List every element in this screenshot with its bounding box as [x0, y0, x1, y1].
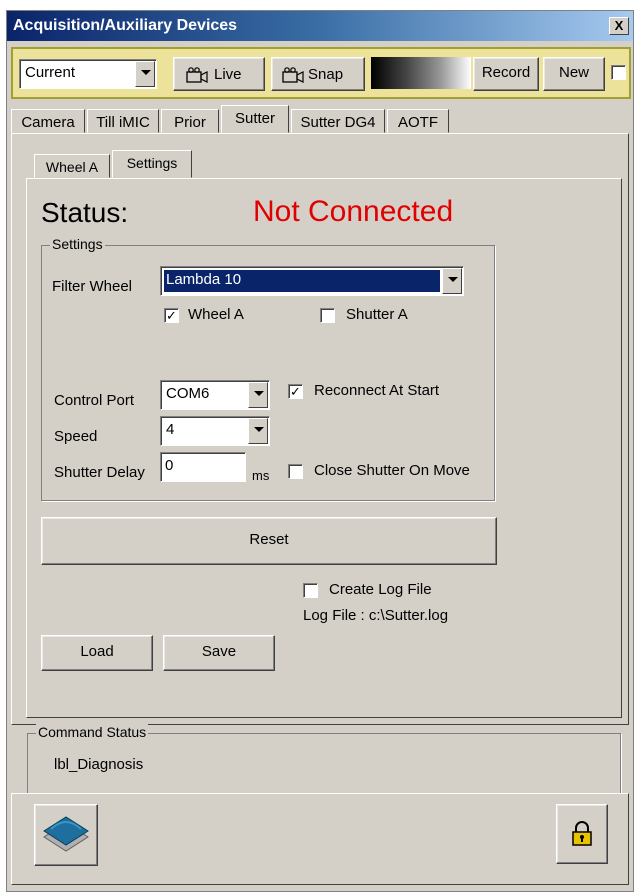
tab-prior[interactable]: Prior [161, 109, 219, 133]
tab-till-imic[interactable]: Till iMIC [87, 109, 159, 133]
layers-button[interactable] [34, 804, 98, 866]
tab-sutter-dg4-label: Sutter DG4 [300, 114, 376, 131]
chevron-down-icon[interactable] [135, 61, 155, 87]
chevron-down-icon[interactable] [442, 268, 462, 294]
tab-camera-label: Camera [21, 114, 75, 131]
mode-select-value: Current [25, 64, 76, 81]
acquisition-window: Acquisition/Auxiliary Devices X Current … [6, 10, 634, 892]
reset-label: Reset [249, 531, 289, 548]
speed-value: 4 [166, 421, 175, 438]
filter-wheel-select[interactable]: Lambda 10 [160, 266, 464, 296]
acquisition-toolbar: Current Live Snap Record New [11, 47, 631, 99]
speed-select[interactable]: 4 [160, 416, 270, 446]
shutter-delay-unit: ms [252, 468, 270, 483]
control-port-value: COM6 [166, 385, 210, 402]
settings-tab-page: Status: Not Connected Settings Filter Wh… [26, 178, 622, 718]
footer-bar [11, 793, 629, 885]
settings-group: Settings Filter Wheel Lambda 10 ✓ Wheel … [41, 236, 495, 501]
layers-icon [43, 816, 89, 852]
reconnect-label: Reconnect At Start [314, 382, 440, 399]
camera-icon [282, 67, 304, 83]
lock-button[interactable] [556, 804, 608, 864]
wheel-a-label: Wheel A [188, 306, 244, 323]
log-file-path: Log File : c:\Sutter.log [303, 607, 449, 624]
mode-select[interactable]: Current [19, 59, 157, 89]
tab-sutter-dg4[interactable]: Sutter DG4 [291, 109, 385, 133]
lock-icon [572, 821, 592, 846]
status-value: Not Connected [253, 195, 454, 228]
tab-settings[interactable]: Settings [112, 150, 192, 178]
close-shutter-label: Close Shutter On Move [314, 462, 470, 479]
new-checkbox[interactable] [611, 65, 626, 80]
tab-prior-label: Prior [174, 114, 206, 131]
command-status-text: lbl_Diagnosis [54, 756, 144, 773]
reconnect-checkbox[interactable]: ✓ [288, 384, 303, 399]
tab-aotf-label: AOTF [398, 114, 438, 131]
window-title: Acquisition/Auxiliary Devices [13, 17, 238, 34]
create-log-checkbox[interactable] [303, 583, 318, 598]
load-button[interactable]: Load [41, 635, 153, 671]
sutter-tab-page: Wheel A Settings Status: Not Connected S… [11, 133, 629, 725]
close-icon: X [614, 18, 624, 33]
status-label: Status: [41, 197, 129, 228]
intensity-gradient [371, 57, 471, 89]
tab-sutter-label: Sutter [234, 110, 276, 127]
speed-label: Speed [54, 428, 98, 445]
check-icon: ✓ [290, 384, 301, 399]
tab-sutter[interactable]: Sutter [221, 105, 289, 133]
record-button[interactable]: Record [473, 57, 539, 91]
live-button[interactable]: Live [173, 57, 265, 91]
save-label: Save [201, 643, 237, 660]
tab-wheel-a[interactable]: Wheel A [34, 154, 110, 178]
control-port-label: Control Port [54, 392, 135, 409]
tab-settings-label: Settings [126, 155, 178, 171]
snap-button[interactable]: Snap [271, 57, 365, 91]
reset-button[interactable]: Reset [41, 517, 497, 565]
shutter-delay-label: Shutter Delay [54, 464, 145, 481]
tab-till-imic-label: Till iMIC [96, 114, 150, 131]
load-label: Load [80, 643, 114, 660]
chevron-down-icon[interactable] [248, 382, 268, 408]
filter-wheel-label: Filter Wheel [52, 278, 133, 295]
camera-icon [186, 67, 208, 83]
shutter-a-checkbox[interactable] [320, 308, 335, 323]
shutter-delay-value: 0 [165, 457, 174, 474]
new-button[interactable]: New [543, 57, 605, 91]
snap-label: Snap [308, 66, 344, 83]
close-shutter-checkbox[interactable] [288, 464, 303, 479]
check-icon: ✓ [166, 308, 177, 323]
live-label: Live [214, 66, 242, 83]
tab-wheel-a-label: Wheel A [45, 159, 99, 175]
wheel-a-checkbox[interactable]: ✓ [164, 308, 179, 323]
chevron-down-icon[interactable] [248, 418, 268, 444]
new-label: New [558, 64, 589, 81]
control-port-select[interactable]: COM6 [160, 380, 270, 410]
title-bar: Acquisition/Auxiliary Devices X [7, 11, 633, 41]
tab-aotf[interactable]: AOTF [387, 109, 449, 133]
settings-group-title: Settings [50, 236, 105, 252]
command-status-title: Command Status [36, 724, 149, 740]
save-button[interactable]: Save [163, 635, 275, 671]
shutter-a-label: Shutter A [346, 306, 408, 323]
shutter-delay-input[interactable]: 0 [160, 452, 246, 482]
record-label: Record [481, 64, 531, 81]
command-status-group: Command Status lbl_Diagnosis [27, 724, 621, 795]
close-button[interactable]: X [609, 17, 629, 35]
filter-wheel-value: Lambda 10 [166, 271, 242, 288]
tab-camera[interactable]: Camera [11, 109, 85, 133]
create-log-label: Create Log File [329, 581, 432, 598]
